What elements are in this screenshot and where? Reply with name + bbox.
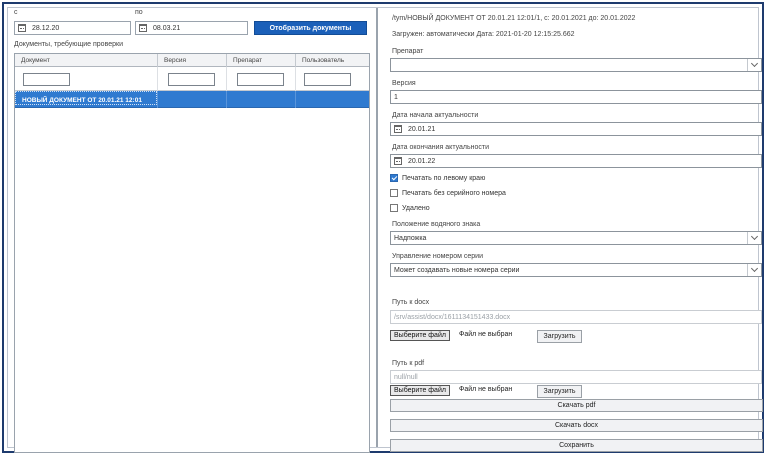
checkbox-deleted-label: Удалено: [402, 204, 430, 212]
cell-document-text: НОВЫЙ ДОКУМЕНТ ОТ 20.01.21 12:01: [15, 91, 157, 105]
date-from-field[interactable]: 28.12.20: [14, 21, 131, 35]
calendar-icon[interactable]: [394, 125, 402, 133]
show-documents-button[interactable]: Отобразить документы: [254, 21, 367, 35]
calendar-icon[interactable]: [18, 24, 26, 32]
date-from-value: 28.12.20: [32, 24, 60, 32]
documents-panel: с 28.12.20 по 08.03.21 Отобразить докуме…: [8, 8, 376, 453]
choose-file-docx-button[interactable]: Выберите файл: [390, 330, 450, 341]
checkbox-unchecked-icon[interactable]: [390, 189, 398, 197]
column-header-version[interactable]: Версия: [158, 54, 227, 67]
pdf-path-label: Путь к pdf: [392, 360, 425, 367]
calendar-icon[interactable]: [394, 157, 402, 165]
start-date-field[interactable]: 20.01.21: [390, 122, 762, 136]
date-to-label: по: [135, 9, 143, 16]
calendar-icon[interactable]: [139, 24, 147, 32]
column-header-drug[interactable]: Препарат: [227, 54, 296, 67]
checkbox-checked-icon[interactable]: [390, 174, 398, 182]
window-content: с 28.12.20 по 08.03.21 Отобразить докуме…: [7, 7, 763, 453]
checkbox-unchecked-icon[interactable]: [390, 204, 398, 212]
filter-input-document[interactable]: [23, 73, 70, 86]
chevron-down-icon[interactable]: [747, 59, 761, 71]
start-date-value: 20.01.21: [408, 125, 436, 133]
filter-cell-user: [296, 67, 371, 91]
start-date-label: Дата начала актуальности: [392, 112, 479, 119]
serial-label: Управление номером серии: [392, 253, 483, 260]
cell-drug: [227, 91, 296, 108]
checkbox-print-no-serial-label: Печатать без серийного номера: [402, 189, 506, 197]
docx-path-label: Путь к docx: [392, 299, 430, 306]
grid-header: Документ Версия Препарат Пользователь: [15, 54, 369, 67]
cell-user: [296, 91, 371, 108]
filter-input-user[interactable]: [304, 73, 351, 86]
version-label: Версия: [392, 80, 416, 87]
column-header-document[interactable]: Документ: [15, 54, 158, 67]
docx-path-input[interactable]: /srv/assist/docx/1611134151433.docx: [390, 310, 762, 324]
checkbox-print-left[interactable]: Печатать по левому краю: [390, 174, 485, 182]
download-docx-button[interactable]: Скачать docx: [390, 419, 763, 432]
drug-label: Препарат: [392, 48, 424, 55]
grid-filter-row: [15, 67, 369, 91]
download-pdf-button[interactable]: Скачать pdf: [390, 399, 763, 412]
cell-version: [158, 91, 227, 108]
window-frame: с 28.12.20 по 08.03.21 Отобразить докуме…: [2, 2, 764, 453]
pdf-path-input[interactable]: null/null: [390, 370, 762, 384]
filter-cell-drug: [227, 67, 296, 91]
grid-title: Документы, требующие проверки: [14, 41, 123, 48]
filter-input-version[interactable]: [168, 73, 215, 86]
end-date-value: 20.01.22: [408, 157, 436, 165]
end-date-label: Дата окончания актуальности: [392, 144, 490, 151]
documents-grid: Документ Версия Препарат Пользователь НО…: [14, 53, 370, 453]
checkbox-print-left-label: Печатать по левому краю: [402, 174, 486, 182]
document-detail-panel: /tym/НОВЫЙ ДОКУМЕНТ ОТ 20.01.21 12:01/1,…: [376, 8, 763, 452]
column-header-user[interactable]: Пользователь: [296, 54, 371, 67]
watermark-select-value: Надпожка: [394, 234, 427, 242]
upload-pdf-button[interactable]: Загрузить: [537, 385, 582, 398]
loaded-info: Загружен: автоматически Дата: 2021-01-20…: [392, 31, 575, 38]
filter-cell-version: [158, 67, 227, 91]
end-date-field[interactable]: 20.01.22: [390, 154, 762, 168]
table-row[interactable]: НОВЫЙ ДОКУМЕНТ ОТ 20.01.21 12:01: [15, 91, 369, 108]
detail-form: /tym/НОВЫЙ ДОКУМЕНТ ОТ 20.01.21 12:01/1,…: [390, 8, 765, 452]
filter-cell-document: [15, 67, 158, 91]
pdf-no-file-text: Файл не выбран: [459, 386, 513, 393]
serial-select-value: Может создавать новые номера серии: [394, 266, 520, 274]
docx-no-file-text: Файл не выбран: [459, 331, 513, 338]
checkbox-print-no-serial[interactable]: Печатать без серийного номера: [390, 189, 506, 197]
checkbox-deleted[interactable]: Удалено: [390, 204, 430, 212]
version-input[interactable]: 1: [390, 90, 762, 104]
date-to-field[interactable]: 08.03.21: [135, 21, 248, 35]
filter-input-drug[interactable]: [237, 73, 284, 86]
watermark-label: Положение водяного знака: [392, 221, 481, 228]
chevron-down-icon[interactable]: [747, 264, 761, 276]
serial-select[interactable]: Может создавать новые номера серии: [390, 263, 762, 277]
drug-select[interactable]: [390, 58, 762, 72]
cell-document: НОВЫЙ ДОКУМЕНТ ОТ 20.01.21 12:01: [15, 91, 158, 108]
choose-file-pdf-button[interactable]: Выберите файл: [390, 385, 450, 396]
chevron-down-icon[interactable]: [747, 232, 761, 244]
date-to-value: 08.03.21: [153, 24, 181, 32]
save-button[interactable]: Сохранить: [390, 439, 763, 452]
watermark-select[interactable]: Надпожка: [390, 231, 762, 245]
date-from-label: с: [14, 9, 18, 16]
document-path-title: /tym/НОВЫЙ ДОКУМЕНТ ОТ 20.01.21 12:01/1,…: [392, 15, 636, 22]
upload-docx-button[interactable]: Загрузить: [537, 330, 582, 343]
